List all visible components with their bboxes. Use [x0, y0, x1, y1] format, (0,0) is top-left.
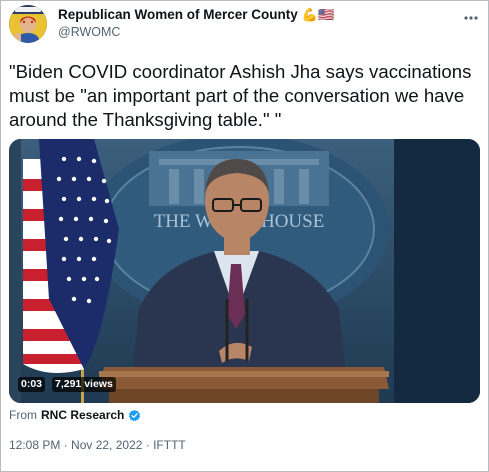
- avatar-image: [9, 5, 47, 43]
- author-name[interactable]: Republican Women of Mercer County: [58, 7, 298, 22]
- video-player[interactable]: THE WHITE HOUSE: [9, 139, 480, 403]
- author-emojis: 💪🇺🇸: [301, 7, 335, 22]
- video-frame: THE WHITE HOUSE: [9, 139, 480, 403]
- author-row: Republican Women of Mercer County 💪🇺🇸: [58, 7, 334, 22]
- verified-badge-icon: [128, 409, 141, 422]
- tweet-text: "Biden COVID coordinator Ashish Jha says…: [9, 61, 472, 130]
- attribution: From RNC Research: [9, 408, 141, 422]
- attribution-source[interactable]: RNC Research: [41, 408, 124, 422]
- avatar[interactable]: [9, 5, 47, 43]
- video-elapsed-time: 0:03: [18, 377, 46, 392]
- attribution-prefix: From: [9, 408, 37, 422]
- author-handle[interactable]: @RWOMC: [58, 25, 120, 39]
- tweet-timestamp[interactable]: 12:08 PM · Nov 22, 2022 · IFTTT: [9, 438, 186, 452]
- video-view-count: 7,291 views: [52, 377, 116, 392]
- more-dots-icon[interactable]: [463, 10, 479, 20]
